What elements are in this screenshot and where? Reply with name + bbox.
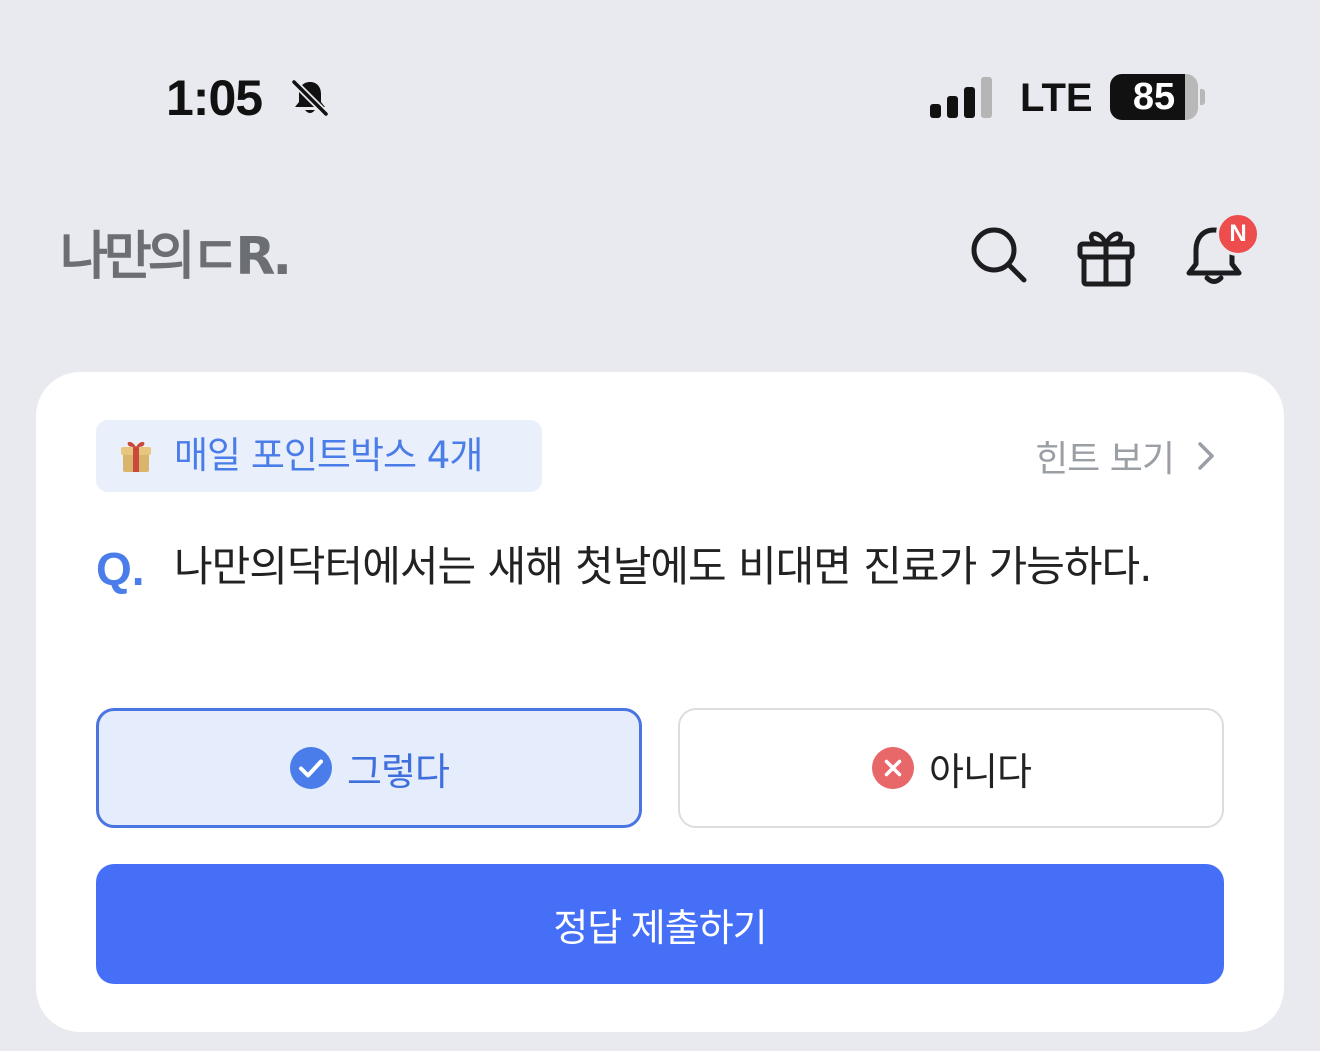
quiz-screen: 1:05 LTE 85 나만의ㄷR. N 매일 포인트박스 4개 힌트 보기 Q…: [0, 0, 1320, 1051]
bell-slash-icon: [291, 79, 329, 117]
battery-body: 85: [1110, 74, 1198, 120]
point-box-badge[interactable]: 매일 포인트박스 4개: [96, 420, 542, 492]
app-header: 나만의ㄷR.: [0, 190, 1320, 340]
chevron-right-icon: [1198, 442, 1214, 470]
question-text: 나만의닥터에서는 새해 첫날에도 비대면 진료가 가능하다.: [174, 542, 1152, 591]
point-box-label: 매일 포인트박스 4개: [174, 434, 483, 477]
submit-answer-label: 정답 제출하기: [553, 907, 767, 950]
gift-button[interactable]: [1070, 218, 1142, 290]
hint-link[interactable]: 힌트 보기: [1035, 426, 1224, 486]
answer-no-label: 아니다: [929, 749, 1032, 794]
question-marker: Q.: [96, 543, 145, 595]
battery-indicator: 85: [1110, 74, 1206, 120]
gift-emoji-icon: [121, 441, 151, 472]
hint-label: 힌트 보기: [1035, 439, 1175, 480]
check-circle-icon: [290, 747, 333, 789]
notification-badge: N: [1216, 212, 1260, 256]
battery-percent: 85: [1132, 76, 1176, 118]
answer-no-button[interactable]: 아니다: [678, 708, 1224, 828]
answer-yes-label: 그렇다: [347, 749, 450, 794]
network-type: LTE: [1020, 76, 1093, 120]
status-time: 1:05: [166, 70, 263, 126]
submit-answer-button[interactable]: 정답 제출하기: [96, 864, 1224, 984]
x-circle-icon: [872, 747, 915, 789]
search-icon: [971, 227, 1027, 283]
status-bar: 1:05 LTE 85: [0, 0, 1320, 190]
quiz-card: 매일 포인트박스 4개 힌트 보기 Q. 나만의닥터에서는 새해 첫날에도 비대…: [36, 372, 1284, 1032]
app-logo[interactable]: 나만의ㄷR.: [60, 222, 292, 292]
gift-icon: [1077, 231, 1135, 287]
answer-yes-button[interactable]: 그렇다: [96, 708, 642, 828]
search-button[interactable]: [962, 218, 1034, 290]
battery-cap: [1200, 89, 1205, 105]
cellular-signal-icon: [930, 77, 992, 118]
